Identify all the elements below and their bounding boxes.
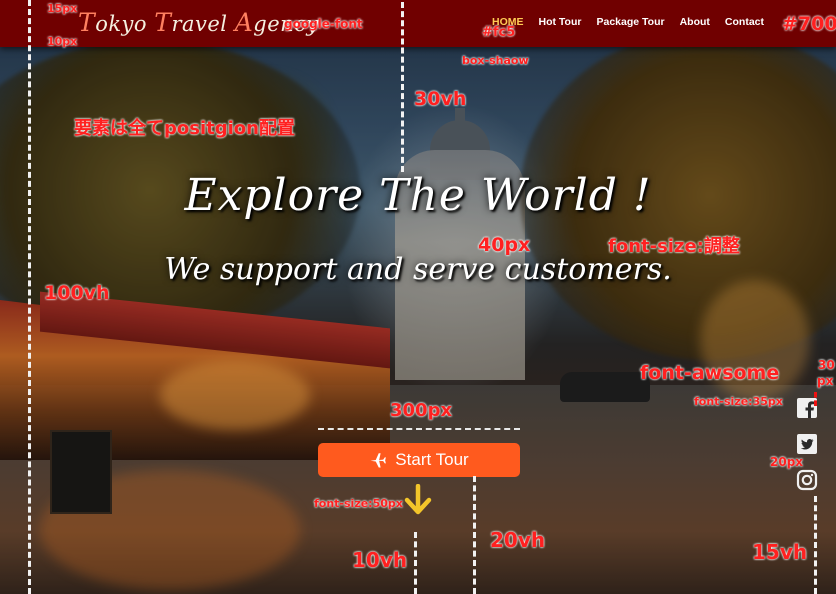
social-links — [796, 397, 818, 491]
hero-divider — [318, 428, 520, 430]
guide-line — [814, 496, 817, 594]
annotation: 30 — [818, 358, 835, 372]
annotation: font-size:50px — [314, 497, 403, 510]
nav-about[interactable]: About — [680, 16, 710, 28]
start-tour-button[interactable]: Start Tour — [318, 443, 520, 477]
plane-icon — [370, 453, 387, 468]
annotation: 15vh — [752, 540, 808, 564]
annotation: box-shaow — [462, 54, 529, 67]
logo-text: okyo — [95, 12, 155, 36]
annotation: 20vh — [490, 528, 546, 552]
hero-title: Explore The World ! — [184, 170, 652, 221]
site-header: Tokyo Travel Agency HOME Hot Tour Packag… — [0, 0, 836, 47]
logo-capital: T — [154, 8, 172, 37]
annotation: 10px — [47, 35, 78, 48]
logo-text: ravel — [171, 12, 235, 36]
annotation: 30vh — [414, 88, 467, 110]
guide-line — [401, 2, 404, 172]
annotation: font-awsome — [640, 362, 780, 384]
annotation: #fc5 — [482, 25, 516, 40]
annotation: google-font — [284, 17, 363, 31]
annotation: px — [817, 374, 834, 388]
guide-line — [28, 0, 31, 594]
guide-line — [414, 532, 417, 594]
annotation: 15px — [47, 2, 78, 15]
main-nav: HOME Hot Tour Package Tour About Contact — [492, 16, 764, 28]
annotation: 40px — [478, 234, 531, 256]
logo-capital: T — [78, 8, 96, 37]
annotation: 20px — [770, 455, 804, 469]
nav-package-tour[interactable]: Package Tour — [596, 16, 664, 28]
annotation: font-size:35px — [694, 395, 783, 408]
guide-line — [473, 476, 476, 594]
annotation: font-size:調整 — [608, 236, 740, 257]
twitter-icon[interactable] — [796, 433, 818, 455]
arrow-down-icon[interactable] — [404, 484, 432, 516]
start-tour-label: Start Tour — [395, 450, 469, 469]
nav-hot-tour[interactable]: Hot Tour — [539, 16, 582, 28]
instagram-icon[interactable] — [796, 469, 818, 491]
annotation: 100vh — [44, 282, 110, 304]
annotation: 300px — [390, 400, 453, 421]
annotation: #700 — [782, 13, 836, 35]
annotation: 要素は全てpositgion配置 — [74, 118, 295, 139]
site-logo[interactable]: Tokyo Travel Agency — [78, 8, 319, 37]
guide-line — [814, 392, 817, 406]
nav-contact[interactable]: Contact — [725, 16, 764, 28]
logo-capital: A — [234, 8, 254, 37]
annotation: 10vh — [352, 548, 408, 572]
